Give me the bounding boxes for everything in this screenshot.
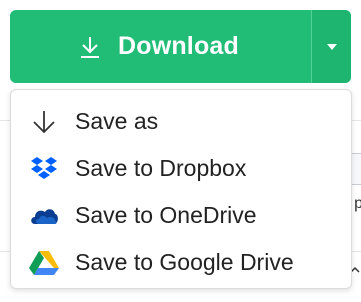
menu-item-label: Save to Dropbox [75,155,247,181]
menu-item-label: Save to OneDrive [75,202,257,228]
background-text-fragment: p [354,195,361,212]
menu-item-label: Save to Google Drive [75,249,294,275]
page: p Download Save as Save to Dropbox Save … [0,0,361,302]
download-options-menu: Save as Save to Dropbox Save to OneDrive… [10,89,352,289]
menu-item-save-as[interactable]: Save as [11,98,351,145]
dropbox-icon [29,154,59,184]
download-arrow-icon [80,36,99,58]
download-button[interactable]: Download [10,10,311,83]
onedrive-icon [29,201,59,231]
download-options-toggle[interactable] [312,10,351,83]
menu-item-google-drive[interactable]: Save to Google Drive [11,239,351,286]
menu-item-onedrive[interactable]: Save to OneDrive [11,192,351,239]
google-drive-icon [29,248,59,278]
menu-item-dropbox[interactable]: Save to Dropbox [11,145,351,192]
arrow-down-icon [29,107,59,137]
download-split-button: Download [10,10,351,83]
menu-item-label: Save as [75,108,159,134]
download-button-label: Download [117,32,240,60]
chevron-down-icon [326,43,337,50]
button-divider [311,10,312,83]
